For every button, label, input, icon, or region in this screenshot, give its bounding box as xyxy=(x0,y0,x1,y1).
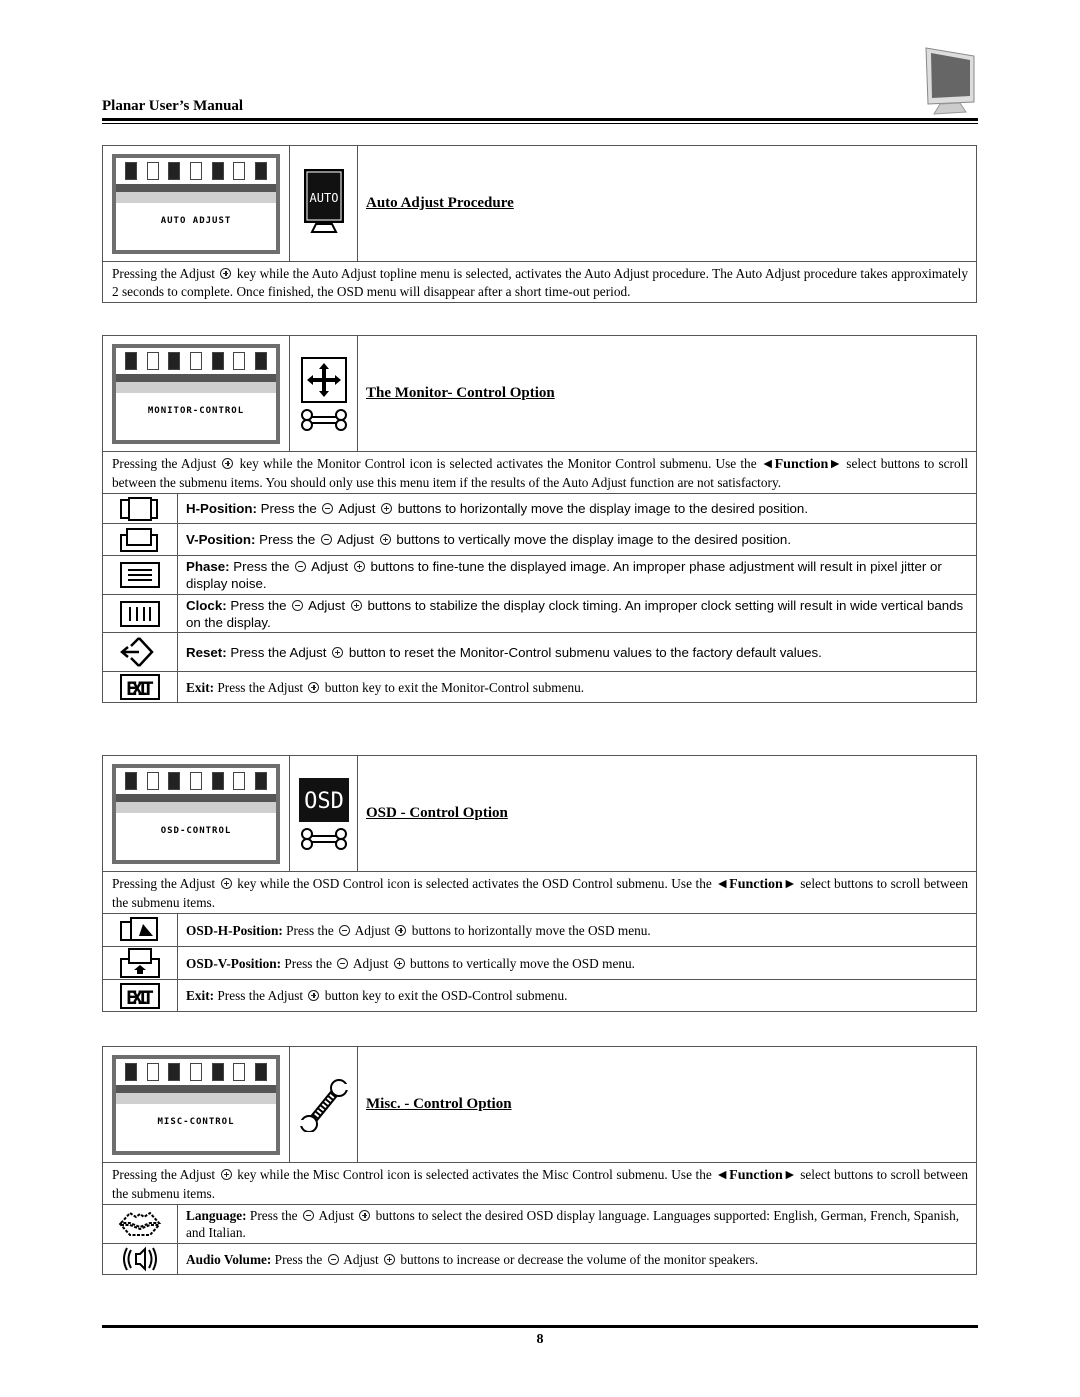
list-item: Language: Press the Adjust buttons to se… xyxy=(103,1204,976,1243)
osd-menu-label: MISC-CONTROL xyxy=(157,1116,235,1127)
list-item: Phase: Press the Adjust buttons to fine-… xyxy=(103,555,976,594)
plus-icon xyxy=(359,1210,371,1221)
section-monitor-control: MONITOR-CONTROL The Monitor- Control Opt… xyxy=(102,335,977,703)
svg-text:AUTO: AUTO xyxy=(309,191,338,205)
minus-icon xyxy=(321,534,333,545)
plus-icon xyxy=(381,503,393,514)
list-item: Reset: Press the Adjust button to reset … xyxy=(103,632,976,671)
osd-menu-label: OSD-CONTROL xyxy=(160,825,232,836)
list-item: OSD-V-Position: Press the Adjust buttons… xyxy=(103,946,976,979)
page-header: Planar User’s Manual xyxy=(102,40,978,130)
plus-icon xyxy=(220,1169,232,1180)
plus-icon xyxy=(308,681,320,693)
plus-icon xyxy=(393,957,405,969)
list-item: Clock: Press the Adjust buttons to stabi… xyxy=(103,594,976,632)
svg-text:OSD: OSD xyxy=(304,789,344,814)
function-keys: ◄Function► xyxy=(715,877,797,892)
list-item: EXIT Exit: Press the Adjust button key t… xyxy=(103,979,976,1011)
section-osd-control: OSD-CONTROL OSD OSD - Control Option Pre… xyxy=(102,755,977,1012)
h-position-icon xyxy=(120,496,158,521)
svg-text:EXIT: EXIT xyxy=(126,987,154,1009)
minus-icon xyxy=(302,1210,314,1221)
section-auto-adjust: AUTO ADJUST AUTO Auto Adjust Procedure P… xyxy=(102,145,977,303)
osd-h-position-icon xyxy=(120,917,158,941)
plus-icon xyxy=(220,268,232,279)
osd-screenshot: OSD-CONTROL xyxy=(103,756,290,871)
osd-menu-label: AUTO ADJUST xyxy=(160,215,232,226)
function-keys: ◄Function► xyxy=(715,1168,797,1183)
osd-menu-label: MONITOR-CONTROL xyxy=(147,405,245,416)
section-description: Pressing the Adjust key while the Monito… xyxy=(112,456,969,490)
section-description: Pressing the Adjust key while the Auto A… xyxy=(112,266,968,299)
list-item: H-Position: Press the Adjust buttons to … xyxy=(103,493,976,523)
section-title: Auto Adjust Procedure xyxy=(366,195,514,211)
monitor-icon xyxy=(925,47,975,115)
plus-icon xyxy=(308,990,320,1001)
osd-screenshot: AUTO ADJUST xyxy=(103,146,290,261)
minus-icon xyxy=(339,924,351,936)
minus-icon xyxy=(327,1253,339,1265)
plus-icon xyxy=(220,878,232,889)
plus-icon xyxy=(384,1253,396,1265)
move-arrows-icon xyxy=(300,356,347,403)
osd-screenshot: MISC-CONTROL xyxy=(103,1047,290,1162)
osd-icon: OSD xyxy=(298,777,349,822)
svg-text:EXIT: EXIT xyxy=(126,678,154,700)
wrench-bone-icon xyxy=(300,408,347,431)
wrench-bone-icon xyxy=(300,827,347,850)
header-divider xyxy=(102,118,978,121)
section-title: Misc. - Control Option xyxy=(366,1096,512,1112)
osd-screenshot: MONITOR-CONTROL xyxy=(103,336,290,451)
list-item: Audio Volume: Press the Adjust buttons t… xyxy=(103,1243,976,1274)
list-item: OSD-H-Position: Press the Adjust buttons… xyxy=(103,913,976,946)
reset-icon xyxy=(120,637,154,667)
exit-icon: EXIT xyxy=(120,674,160,700)
manual-title: Planar User’s Manual xyxy=(102,98,244,114)
plus-icon xyxy=(379,534,391,545)
plus-icon xyxy=(332,646,344,658)
minus-icon xyxy=(337,957,349,969)
exit-icon: EXIT xyxy=(120,982,160,1009)
list-item: EXIT Exit: Press the Adjust button key t… xyxy=(103,671,976,702)
auto-icon: AUTO xyxy=(303,168,344,233)
function-keys: ◄Function► xyxy=(760,457,843,472)
page-number: 8 xyxy=(536,1332,544,1347)
minus-icon xyxy=(295,561,307,572)
plus-icon xyxy=(350,599,362,611)
audio-volume-icon xyxy=(123,1246,157,1272)
language-icon xyxy=(118,1211,162,1236)
section-description: Pressing the Adjust key while the OSD Co… xyxy=(112,876,969,910)
v-position-icon xyxy=(120,527,158,552)
plus-icon xyxy=(222,458,234,469)
list-item: V-Position: Press the Adjust buttons to … xyxy=(103,523,976,555)
clock-icon xyxy=(120,600,160,627)
section-description: Pressing the Adjust key while the Misc C… xyxy=(112,1167,968,1201)
plus-icon xyxy=(395,924,407,936)
section-title: The Monitor- Control Option xyxy=(366,385,555,401)
minus-icon xyxy=(292,599,304,611)
minus-icon xyxy=(322,503,334,514)
section-title: OSD - Control Option xyxy=(366,805,508,821)
plus-icon xyxy=(353,561,365,572)
osd-v-position-icon xyxy=(120,948,160,978)
phase-icon xyxy=(120,562,160,588)
header-divider-thin xyxy=(102,123,978,124)
wrench-icon xyxy=(299,1078,348,1132)
footer-divider xyxy=(102,1325,978,1328)
section-misc-control: MISC-CONTROL Misc. - Control Option Pres… xyxy=(102,1046,977,1275)
